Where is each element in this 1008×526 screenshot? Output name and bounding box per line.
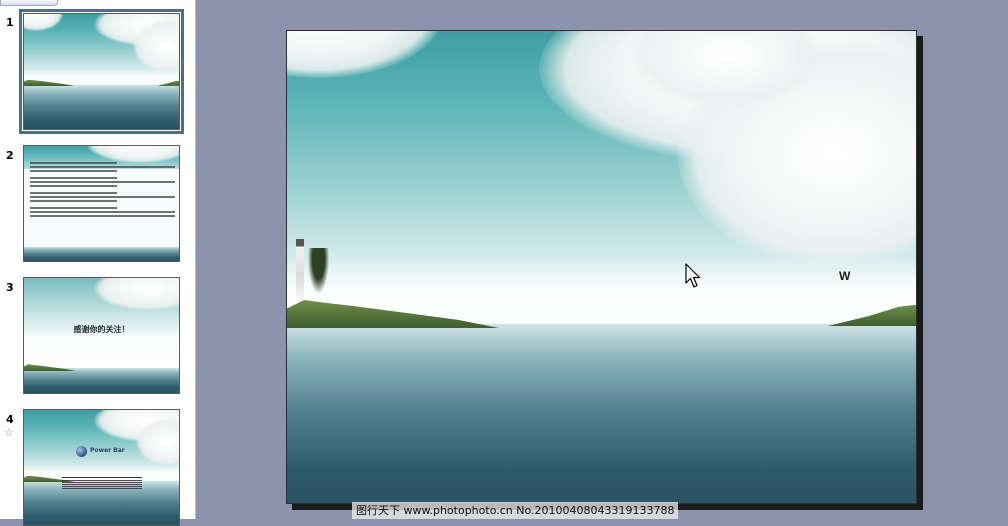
slide-3-title: 感谢你的关注！: [73, 325, 130, 334]
slide-thumbnail-2[interactable]: [23, 145, 180, 262]
ocean-sky-background: [24, 14, 179, 129]
slide-2-bullet-text: [30, 160, 175, 217]
ocean-sky-background: [24, 410, 179, 525]
lighthouse-icon: [296, 238, 304, 301]
slide-4-brand: Power Bar: [90, 447, 125, 454]
slide-4-text-block: [62, 480, 142, 490]
ocean-sky-background: [287, 31, 916, 503]
ocean-sky-background: [24, 278, 179, 393]
slide-number-1: 1: [6, 16, 14, 29]
slide-thumbnail-4[interactable]: Power Bar: [23, 409, 180, 526]
star-icon: ☆: [4, 426, 14, 439]
globe-logo-icon: [76, 446, 87, 457]
slide-thumbnail-3[interactable]: 感谢你的关注！: [23, 277, 180, 394]
slide-thumbnail-1[interactable]: [19, 9, 184, 134]
palm-tree-icon: [305, 248, 332, 301]
slide-number-2: 2: [6, 149, 14, 162]
main-slide-canvas[interactable]: W: [286, 30, 917, 504]
slide-number-4: 4: [6, 413, 14, 426]
slides-pane-tab[interactable]: [0, 0, 58, 6]
slide-number-3: 3: [6, 281, 14, 294]
slide-thumbnail-pane[interactable]: 1 2 3 感谢你的关注！ 4 ☆ Power Bar: [0, 0, 196, 526]
slide-4-divider: [62, 477, 142, 478]
cursor-arrow-icon: [685, 263, 701, 288]
watermark-text: 图行天下 www.photophoto.cn No.20100408043319…: [352, 502, 679, 519]
slide-text-w[interactable]: W: [839, 269, 850, 283]
